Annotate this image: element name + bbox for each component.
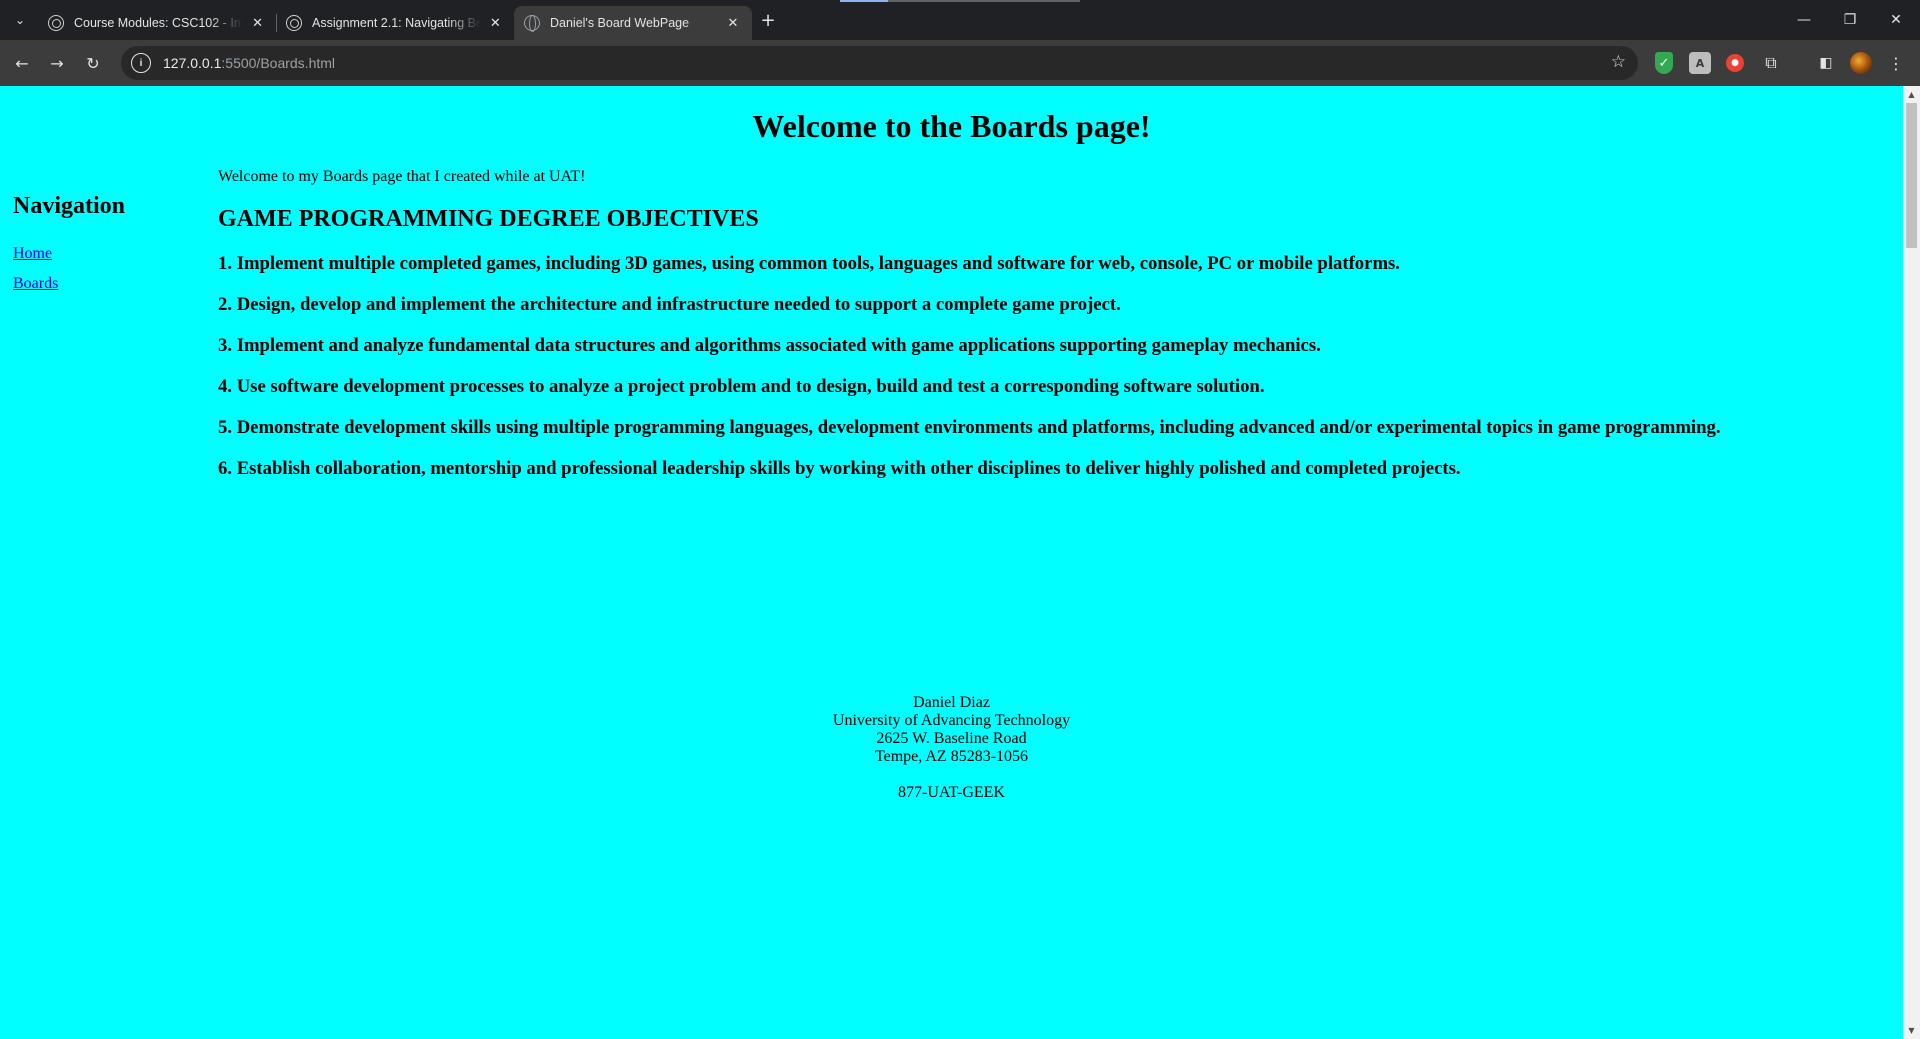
tab-assignment[interactable]: Assignment 2.1: Navigating Bet ✕ xyxy=(276,6,514,40)
side-navigation: Navigation Home Boards xyxy=(13,193,203,305)
main-content: Welcome to my Boards page that I created… xyxy=(218,168,1878,499)
close-icon[interactable]: ✕ xyxy=(249,14,266,32)
close-icon[interactable]: ✕ xyxy=(724,14,742,32)
objective-item: 4. Use software development processes to… xyxy=(218,376,1265,397)
back-arrow-icon[interactable]: ← xyxy=(8,49,36,77)
forward-arrow-icon[interactable]: → xyxy=(43,49,71,77)
canvas-favicon-icon xyxy=(286,15,302,31)
intro-text: Welcome to my Boards page that I created… xyxy=(218,168,586,185)
footer-city: Tempe, AZ 85283-1056 xyxy=(874,748,1029,765)
plus-icon[interactable]: + xyxy=(756,8,780,32)
tab-boards-page[interactable]: Daniel's Board WebPage ✕ xyxy=(514,6,752,40)
address-bar[interactable]: i 127.0.0.1:5500/Boards.html ☆ xyxy=(121,46,1638,80)
close-icon[interactable]: ✕ xyxy=(487,14,504,32)
page-viewport: Welcome to the Boards page! Navigation H… xyxy=(0,86,1903,1039)
url-path: :5500/Boards.html xyxy=(221,55,336,71)
scrollbar-thumb[interactable] xyxy=(1906,103,1917,248)
side-panel-icon[interactable]: ◧ xyxy=(1815,52,1837,74)
tab-course-modules[interactable]: Course Modules: CSC102 - Intro ✕ xyxy=(38,6,276,40)
url-text[interactable]: 127.0.0.1:5500/Boards.html xyxy=(163,55,335,71)
nav-link-home[interactable]: Home xyxy=(13,245,203,263)
footer-name: Daniel Diaz xyxy=(913,694,990,711)
info-icon[interactable]: i xyxy=(131,53,151,73)
objective-item: 3. Implement and analyze fundamental dat… xyxy=(218,335,1321,356)
translate-extension-icon[interactable]: A xyxy=(1689,52,1711,74)
contact-footer: Daniel Diaz University of Advancing Tech… xyxy=(0,694,1903,802)
tab-title: Daniel's Board WebPage xyxy=(550,16,690,30)
objective-item: 5. Demonstrate development skills using … xyxy=(218,417,1721,438)
profile-avatar[interactable] xyxy=(1850,52,1872,74)
tab-strip: ⌄ Course Modules: CSC102 - Intro ✕ Assig… xyxy=(0,0,1920,40)
canvas-favicon-icon xyxy=(48,15,64,31)
objective-item: 1. Implement multiple completed games, i… xyxy=(218,253,1400,274)
footer-street: 2625 W. Baseline Road xyxy=(876,730,1027,747)
objectives-heading: GAME PROGRAMMING DEGREE OBJECTIVES xyxy=(218,206,759,232)
objective-item: 6. Establish collaboration, mentorship a… xyxy=(218,458,1461,479)
chevron-down-icon[interactable]: ⌄ xyxy=(8,8,32,32)
navigation-heading: Navigation xyxy=(13,193,126,219)
url-host: 127.0.0.1 xyxy=(163,55,222,71)
globe-icon xyxy=(524,15,540,32)
tab-title: Course Modules: CSC102 - Intro xyxy=(74,16,244,30)
vertical-scrollbar[interactable]: ▲ ▼ xyxy=(1903,86,1920,1039)
footer-school: University of Advancing Technology xyxy=(832,712,1071,729)
tab-title: Assignment 2.1: Navigating Bet xyxy=(312,16,481,30)
minimize-icon[interactable]: — xyxy=(1781,0,1827,40)
nav-link-boards[interactable]: Boards xyxy=(13,275,203,293)
scroll-down-arrow-icon[interactable]: ▼ xyxy=(1903,1022,1920,1039)
window-close-icon[interactable]: ✕ xyxy=(1873,0,1919,40)
browser-chrome: ⌄ Course Modules: CSC102 - Intro ✕ Assig… xyxy=(0,0,1920,86)
kebab-menu-icon[interactable]: ⋮ xyxy=(1886,52,1906,74)
puzzle-icon[interactable]: ⧉ xyxy=(1760,52,1782,74)
footer-phone: 877-UAT-GEEK xyxy=(898,784,1005,801)
star-icon[interactable]: ☆ xyxy=(1611,52,1626,72)
restore-icon[interactable]: ❐ xyxy=(1827,0,1873,40)
objective-item: 2. Design, develop and implement the arc… xyxy=(218,294,1121,315)
shield-extension-icon[interactable]: ✓ xyxy=(1655,52,1673,74)
scroll-up-arrow-icon[interactable]: ▲ xyxy=(1903,86,1920,103)
record-extension-icon[interactable]: ● xyxy=(1726,54,1744,72)
reload-icon[interactable]: ↻ xyxy=(79,49,107,77)
browser-toolbar: ← → ↻ i 127.0.0.1:5500/Boards.html ☆ ✓ A… xyxy=(0,40,1920,86)
page-title: Welcome to the Boards page! xyxy=(752,108,1151,144)
loading-indicator xyxy=(840,0,1080,2)
